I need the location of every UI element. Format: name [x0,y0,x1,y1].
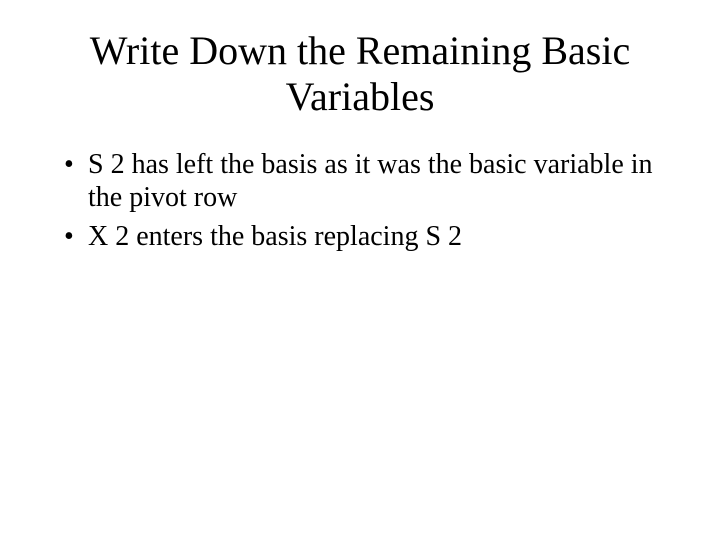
slide-title: Write Down the Remaining Basic Variables [40,28,680,120]
list-item: S 2 has left the basis as it was the bas… [64,148,680,214]
list-item: X 2 enters the basis replacing S 2 [64,220,680,253]
slide: Write Down the Remaining Basic Variables… [0,0,720,540]
bullet-list: S 2 has left the basis as it was the bas… [40,148,680,253]
